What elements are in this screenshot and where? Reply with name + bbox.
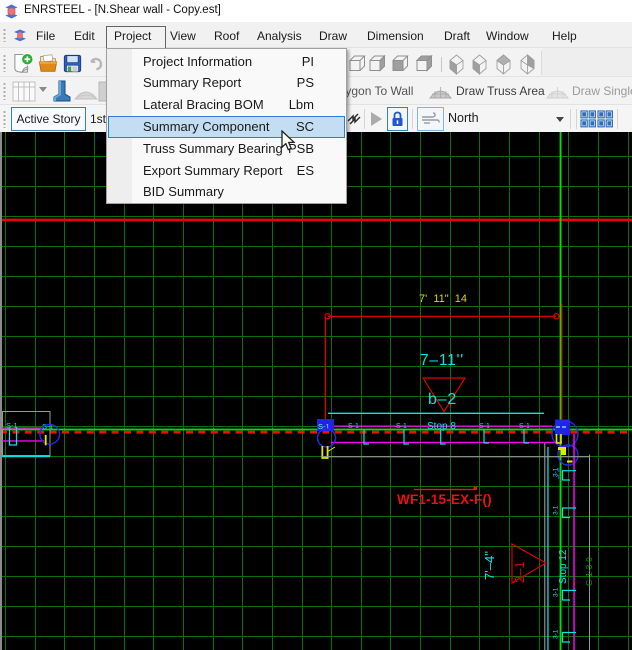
svg-text:3-1: 3-1 (553, 629, 560, 639)
svg-text:3-1: 3-1 (553, 587, 560, 597)
svg-text:S-1: S-1 (348, 423, 359, 430)
svg-text:3-1: 3-1 (553, 505, 560, 515)
svg-text:S-1: S-1 (6, 421, 18, 430)
svg-text:3-1: 3-1 (553, 467, 560, 477)
svg-text:S-1: S-1 (519, 423, 530, 430)
svg-text:b–2: b–2 (428, 391, 457, 408)
svg-text:C-1-3-0: C-1-3-0 (584, 557, 594, 586)
svg-text:S-1: S-1 (396, 423, 407, 430)
svg-text:Stop 12: Stop 12 (558, 549, 569, 584)
svg-text:7–11'': 7–11'' (420, 352, 464, 369)
svg-text:WF1-15-EX-F(): WF1-15-EX-F() (397, 492, 492, 507)
svg-text:Stop 8: Stop 8 (427, 421, 456, 432)
svg-text:2–1: 2–1 (512, 561, 527, 583)
svg-text:7' 11" 14: 7' 11" 14 (419, 293, 467, 305)
svg-text:7'–4'': 7'–4'' (482, 551, 497, 580)
svg-text:S-1: S-1 (479, 423, 490, 430)
